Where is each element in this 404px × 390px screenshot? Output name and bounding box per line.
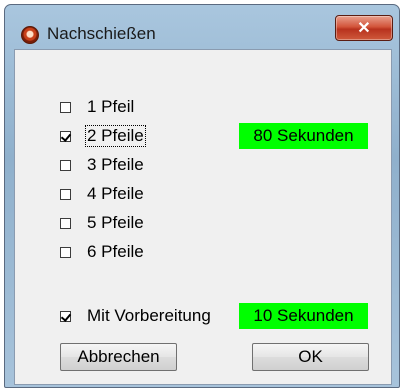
cancel-button[interactable]: Abbrechen bbox=[60, 343, 177, 371]
checkbox-2-pfeile[interactable]: 2 Pfeile bbox=[60, 125, 146, 147]
checkbox-label: 4 Pfeile bbox=[87, 184, 144, 203]
window-title: Nachschießen bbox=[47, 24, 156, 43]
checkbox-5-pfeile[interactable]: 5 Pfeile bbox=[60, 212, 145, 234]
ok-button[interactable]: OK bbox=[252, 343, 369, 371]
preparation-time-badge: 10 Sekunden bbox=[239, 303, 368, 329]
dialog-content: 1 Pfeil 2 Pfeile 3 Pfeile 4 Pfeile 5 Pfe… bbox=[14, 49, 392, 385]
arrow-time-badge: 80 Sekunden bbox=[239, 123, 368, 149]
title-bar[interactable]: Nachschießen ✕ bbox=[5, 5, 399, 47]
dialog-window: Nachschießen ✕ 1 Pfeil 2 Pfeile 3 Pfeile… bbox=[4, 4, 400, 388]
checkbox-label: 1 Pfeil bbox=[87, 97, 135, 116]
checkbox-label: Mit Vorbereitung bbox=[87, 306, 211, 325]
checkbox-box[interactable] bbox=[60, 246, 71, 258]
checkbox-label: 6 Pfeile bbox=[87, 242, 144, 261]
checkbox-mit-vorbereitung[interactable]: Mit Vorbereitung bbox=[60, 305, 212, 327]
checkbox-box[interactable] bbox=[60, 217, 71, 229]
checkbox-box[interactable] bbox=[60, 188, 71, 200]
checkbox-3-pfeile[interactable]: 3 Pfeile bbox=[60, 154, 145, 176]
close-icon: ✕ bbox=[357, 20, 371, 37]
checkbox-label: 3 Pfeile bbox=[87, 155, 144, 174]
checkbox-1-pfeil[interactable]: 1 Pfeil bbox=[60, 96, 135, 118]
checkbox-box[interactable] bbox=[60, 159, 71, 171]
checkbox-4-pfeile[interactable]: 4 Pfeile bbox=[60, 183, 145, 205]
checkbox-label: 2 Pfeile bbox=[85, 125, 146, 147]
checkbox-box[interactable] bbox=[60, 130, 71, 142]
checkbox-label: 5 Pfeile bbox=[87, 213, 144, 232]
checkbox-6-pfeile[interactable]: 6 Pfeile bbox=[60, 241, 145, 263]
close-button[interactable]: ✕ bbox=[335, 15, 393, 41]
checkbox-box[interactable] bbox=[60, 310, 71, 322]
target-icon bbox=[21, 26, 39, 44]
checkbox-box[interactable] bbox=[60, 101, 71, 113]
